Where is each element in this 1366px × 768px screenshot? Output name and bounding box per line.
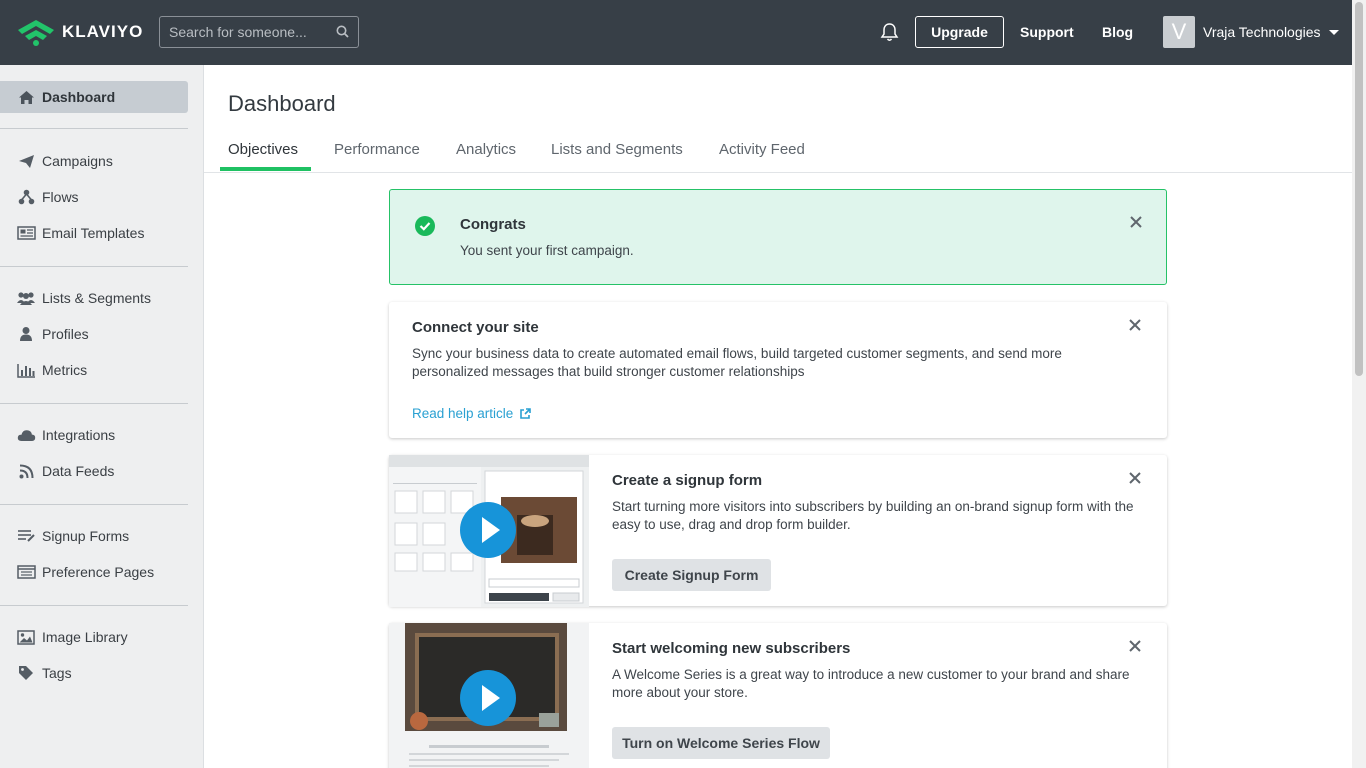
tab-lists-and-segments[interactable]: Lists and Segments: [551, 141, 683, 158]
chevron-down-icon: [1328, 29, 1339, 35]
active-tab-indicator: [220, 167, 311, 171]
congrats-title: Congrats: [460, 216, 526, 233]
sidebar-item-preference-pages[interactable]: Preference Pages: [0, 556, 188, 588]
play-video-icon[interactable]: [460, 502, 516, 558]
klaviyo-logo[interactable]: KLAVIYO: [16, 18, 143, 46]
logo-text: KLAVIYO: [62, 22, 144, 41]
list-icon: [16, 528, 36, 544]
sidebar-item-label: Data Feeds: [42, 463, 115, 479]
sidebar-item-label: Tags: [42, 665, 72, 681]
sidebar-item-label: Lists & Segments: [42, 290, 151, 306]
rss-icon: [16, 463, 36, 479]
sidebar-divider: [0, 266, 188, 267]
sidebar-item-label: Integrations: [42, 427, 116, 443]
top-navigation-bar: KLAVIYO Upgrade Support Blog V Vraja Tec…: [0, 0, 1352, 65]
support-link[interactable]: Support: [1020, 24, 1074, 40]
sidebar-item-flows[interactable]: Flows: [0, 181, 188, 213]
external-link-icon: [520, 407, 532, 419]
welcome-series-title: Start welcoming new subscribers: [612, 640, 851, 657]
congrats-alert: Congrats You sent your first campaign.: [389, 189, 1167, 285]
dashboard-tabs: Objectives Performance Analytics Lists a…: [204, 136, 1352, 173]
close-icon[interactable]: [1128, 639, 1142, 653]
sidebar-item-tags[interactable]: Tags: [0, 657, 188, 689]
connect-site-title: Connect your site: [412, 319, 539, 336]
sidebar-divider: [0, 605, 188, 606]
search-box: [159, 16, 359, 48]
window-icon: [16, 564, 36, 580]
sidebar-item-data-feeds[interactable]: Data Feeds: [0, 455, 188, 487]
search-icon[interactable]: [336, 25, 349, 38]
signup-form-title: Create a signup form: [612, 472, 763, 489]
signup-form-text: Start turning more visitors into subscri…: [612, 499, 1134, 532]
sidebar-item-label: Campaigns: [42, 153, 113, 169]
sidebar: Dashboard Campaigns Flows Email Template…: [0, 65, 204, 768]
sidebar-item-image-library[interactable]: Image Library: [0, 621, 188, 653]
cloud-icon: [16, 427, 36, 443]
sidebar-item-signup-forms[interactable]: Signup Forms: [0, 520, 188, 552]
sidebar-item-label: Image Library: [42, 629, 128, 645]
tab-objectives[interactable]: Objectives: [228, 141, 298, 158]
connect-site-card: Connect your site Sync your business dat…: [389, 302, 1167, 438]
sidebar-item-label: Profiles: [42, 326, 89, 342]
blog-link[interactable]: Blog: [1102, 24, 1133, 40]
sidebar-item-profiles[interactable]: Profiles: [0, 318, 188, 350]
user-icon: [16, 326, 36, 342]
tab-activity-feed[interactable]: Activity Feed: [719, 141, 805, 158]
signup-form-video-thumbnail[interactable]: [389, 455, 589, 607]
page-title: Dashboard: [228, 91, 336, 116]
sidebar-item-lists-segments[interactable]: Lists & Segments: [0, 282, 188, 314]
paper-plane-icon: [16, 153, 36, 169]
close-icon[interactable]: [1129, 215, 1143, 229]
sidebar-item-dashboard[interactable]: Dashboard: [0, 81, 188, 113]
sidebar-divider: [0, 403, 188, 404]
upgrade-button[interactable]: Upgrade: [915, 16, 1004, 48]
sidebar-item-label: Dashboard: [42, 89, 116, 105]
account-menu[interactable]: V Vraja Technologies: [1163, 16, 1339, 48]
sidebar-item-label: Preference Pages: [42, 564, 155, 580]
scrollbar-thumb[interactable]: [1355, 2, 1363, 376]
sidebar-item-campaigns[interactable]: Campaigns: [0, 145, 188, 177]
page-scrollbar[interactable]: [1352, 0, 1366, 768]
turn-on-welcome-series-button[interactable]: Turn on Welcome Series Flow: [612, 727, 830, 759]
klaviyo-wifi-logo-icon: [18, 20, 54, 46]
users-icon: [16, 290, 36, 306]
image-icon: [16, 629, 36, 645]
tab-analytics[interactable]: Analytics: [456, 141, 516, 158]
flow-icon: [16, 189, 36, 205]
welcome-series-text: A Welcome Series is a great way to intro…: [612, 667, 1130, 700]
tag-icon: [16, 665, 36, 681]
sidebar-item-metrics[interactable]: Metrics: [0, 354, 188, 386]
sidebar-divider: [0, 128, 188, 129]
signup-form-card: Create a signup form Start turning more …: [389, 455, 1167, 607]
sidebar-item-email-templates[interactable]: Email Templates: [0, 217, 188, 249]
check-circle-icon: [415, 216, 435, 236]
home-icon: [16, 89, 36, 105]
close-icon[interactable]: [1128, 318, 1142, 332]
sidebar-item-label: Metrics: [42, 362, 88, 378]
sidebar-item-label: Flows: [42, 189, 79, 205]
congrats-text: You sent your first campaign.: [460, 243, 634, 258]
tab-performance[interactable]: Performance: [334, 141, 420, 158]
avatar: V: [1163, 16, 1195, 48]
read-help-article-link[interactable]: Read help article: [412, 406, 532, 421]
create-signup-form-button[interactable]: Create Signup Form: [612, 559, 771, 591]
close-icon[interactable]: [1128, 471, 1142, 485]
help-link-label: Read help article: [412, 406, 514, 421]
bell-icon[interactable]: [880, 22, 899, 42]
newspaper-icon: [16, 225, 36, 241]
sidebar-item-label: Email Templates: [42, 225, 145, 241]
sidebar-item-label: Signup Forms: [42, 528, 130, 544]
search-input[interactable]: [160, 17, 330, 47]
welcome-series-card: Start welcoming new subscribers A Welcom…: [389, 623, 1167, 768]
account-name: Vraja Technologies: [1203, 24, 1321, 40]
bar-chart-icon: [16, 362, 36, 378]
play-video-icon[interactable]: [460, 670, 516, 726]
sidebar-item-integrations[interactable]: Integrations: [0, 419, 188, 451]
sidebar-divider: [0, 504, 188, 505]
connect-site-text: Sync your business data to create automa…: [412, 346, 1062, 379]
welcome-series-video-thumbnail[interactable]: [389, 623, 589, 768]
